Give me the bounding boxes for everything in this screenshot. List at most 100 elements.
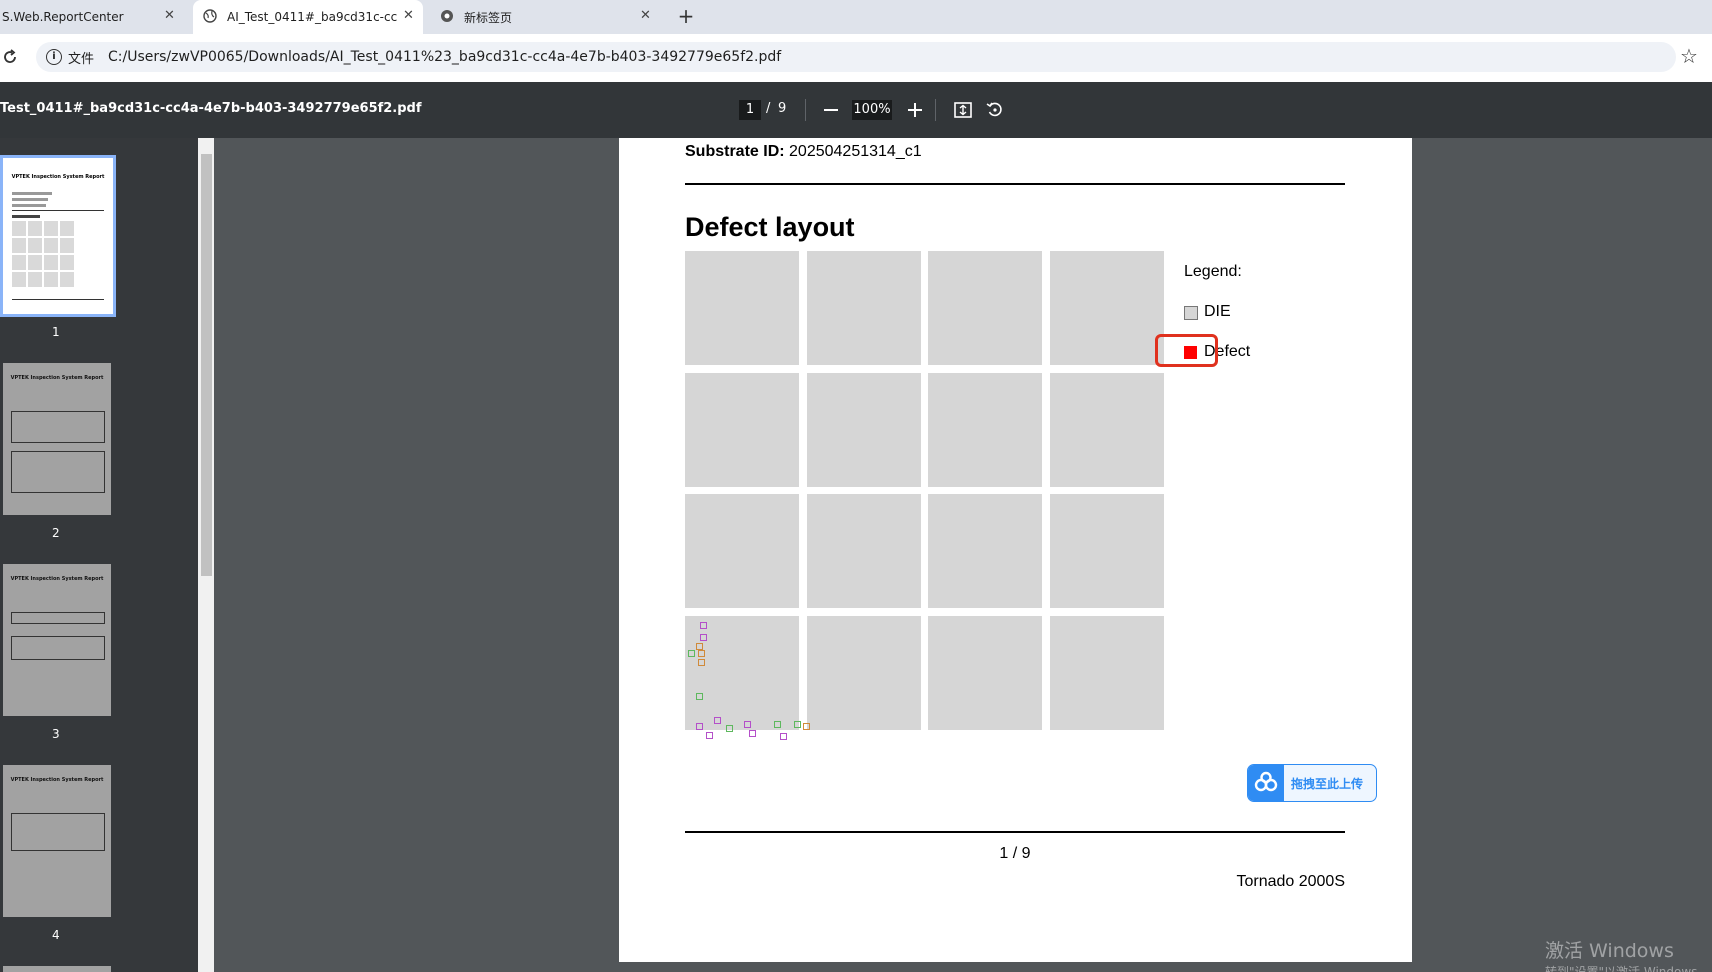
address-row: i 文件 C:/Users/zwVP0065/Downloads/AI_Test… — [0, 34, 1712, 82]
die-cell — [1049, 372, 1164, 487]
chrome-icon — [440, 9, 456, 25]
zoom-out-button[interactable] — [824, 109, 838, 111]
defect-marker — [803, 723, 810, 730]
page-number-text: 1 / 9 — [999, 845, 1031, 862]
defect-marker — [698, 659, 705, 666]
die-cell — [806, 372, 921, 487]
thumbnail-table — [11, 813, 105, 851]
thumbnail-die — [28, 221, 42, 236]
die-cell — [928, 372, 1042, 487]
tab-title: S.Web.ReportCenter — [2, 10, 124, 24]
defect-marker — [794, 721, 801, 728]
tab-title: AI_Test_0411#_ba9cd31c-cc4 — [227, 10, 397, 24]
zoom-level-input[interactable]: 100% — [852, 100, 892, 120]
section-title: Defect layout — [685, 212, 855, 242]
defect-marker — [696, 693, 703, 700]
die-cell — [685, 251, 799, 365]
fit-page-icon[interactable] — [953, 100, 973, 124]
thumbnail-page-3[interactable]: VPTEK Inspection System Report — [3, 564, 111, 716]
windows-activation-watermark: 激活 Windows 转到"设置"以激活 Windows。 — [1545, 936, 1712, 972]
thumbnail-die — [12, 255, 26, 270]
tab-bar: S.Web.ReportCenter ✕ AI_Test_0411#_ba9cd… — [0, 0, 1712, 34]
thumbnail-die — [44, 221, 58, 236]
thumbnail-line — [12, 215, 40, 218]
substrate-id-line: Substrate ID: 202504251314_c1 — [685, 143, 922, 161]
defect-marker — [696, 643, 703, 650]
defect-marker — [780, 733, 787, 740]
thumbnail-die — [60, 255, 74, 270]
thumbnail-title: VPTEK Inspection System Report — [10, 576, 104, 582]
die-cell — [806, 494, 921, 608]
thumbnail-die — [44, 255, 58, 270]
close-icon[interactable]: ✕ — [403, 8, 414, 23]
thumbnail-die — [44, 238, 58, 253]
thumbnail-page-4[interactable]: VPTEK Inspection System Report — [3, 765, 111, 917]
url-text[interactable]: C:/Users/zwVP0065/Downloads/AI_Test_0411… — [108, 49, 781, 65]
thumbnail-line — [12, 204, 46, 207]
thumbnail-die — [12, 221, 26, 236]
close-icon[interactable]: ✕ — [164, 8, 175, 23]
die-cell — [685, 615, 799, 730]
address-bar[interactable]: i 文件 C:/Users/zwVP0065/Downloads/AI_Test… — [36, 42, 1676, 72]
substrate-label: Substrate ID: — [685, 143, 785, 160]
die-cell — [928, 251, 1042, 365]
defect-marker — [774, 721, 781, 728]
thumbnail-title: VPTEK Inspection System Report — [10, 777, 104, 783]
defect-marker — [698, 650, 705, 657]
upload-widget[interactable]: 拖拽至此上传 — [1247, 764, 1377, 802]
thumbnail-table — [11, 411, 105, 443]
legend-title: Legend: — [1184, 263, 1242, 280]
thumbnail-die — [28, 272, 42, 287]
pdf-page: Substrate ID: 202504251314_c1 Defect lay… — [619, 138, 1412, 962]
watermark-line1: 激活 Windows — [1545, 940, 1674, 962]
thumbnail-line — [12, 192, 52, 195]
defect-marker — [688, 650, 695, 657]
defect-marker — [744, 721, 751, 728]
defect-marker — [726, 725, 733, 732]
thumbnail-table — [11, 612, 105, 624]
divider — [935, 99, 936, 121]
footer-text: Tornado 2000S — [1236, 873, 1345, 890]
defect-marker — [714, 717, 721, 724]
thumbnail-die — [60, 272, 74, 287]
legend-die-swatch — [1184, 306, 1198, 320]
reload-icon[interactable] — [0, 47, 20, 71]
thumbnail-die — [12, 272, 26, 287]
thumbnail-sidebar: VPTEK Inspection System Report 1 VPTEK I… — [0, 138, 198, 972]
defect-marker — [700, 622, 707, 629]
die-cell — [685, 372, 799, 487]
zoom-in-button[interactable] — [907, 102, 923, 118]
thumbnail-label: 3 — [52, 727, 60, 741]
new-tab-button[interactable]: + — [674, 4, 698, 28]
die-cell — [928, 494, 1042, 608]
baidu-cloud-icon — [1248, 765, 1284, 801]
die-cell — [1049, 251, 1164, 365]
star-icon[interactable]: ☆ — [1680, 44, 1698, 68]
defect-marker — [700, 634, 707, 641]
thumbnail-die — [12, 238, 26, 253]
close-icon[interactable]: ✕ — [640, 8, 651, 23]
thumbnail-line — [12, 198, 48, 201]
upload-label: 拖拽至此上传 — [1291, 777, 1364, 791]
rotate-icon[interactable] — [985, 100, 1005, 124]
page-number-input[interactable]: 1 — [739, 100, 761, 120]
die-cell — [806, 251, 921, 365]
substrate-value: 202504251314_c1 — [789, 143, 922, 160]
tab-new[interactable]: 新标签页 ✕ — [430, 0, 660, 34]
thumbnail-page-2[interactable]: VPTEK Inspection System Report — [3, 363, 111, 515]
defect-marker — [696, 723, 703, 730]
thumbnail-page-5[interactable] — [3, 966, 111, 972]
thumbnail-label: 2 — [52, 526, 60, 540]
die-cell — [685, 494, 799, 608]
defect-layout-grid — [685, 251, 1175, 741]
defect-marker — [749, 730, 756, 737]
info-icon[interactable]: i — [46, 49, 62, 65]
tab-pdf[interactable]: AI_Test_0411#_ba9cd31c-cc4 ✕ — [193, 0, 423, 34]
thumbnail-page-1[interactable]: VPTEK Inspection System Report — [0, 155, 116, 317]
page-separator: / — [766, 101, 771, 116]
tab-title: 新标签页 — [464, 10, 513, 25]
thumbnail-grid — [12, 221, 76, 289]
sidebar-scrollbar-thumb[interactable] — [201, 154, 212, 576]
tab-reportcenter[interactable]: S.Web.ReportCenter ✕ — [0, 0, 186, 34]
thumbnail-die — [28, 255, 42, 270]
